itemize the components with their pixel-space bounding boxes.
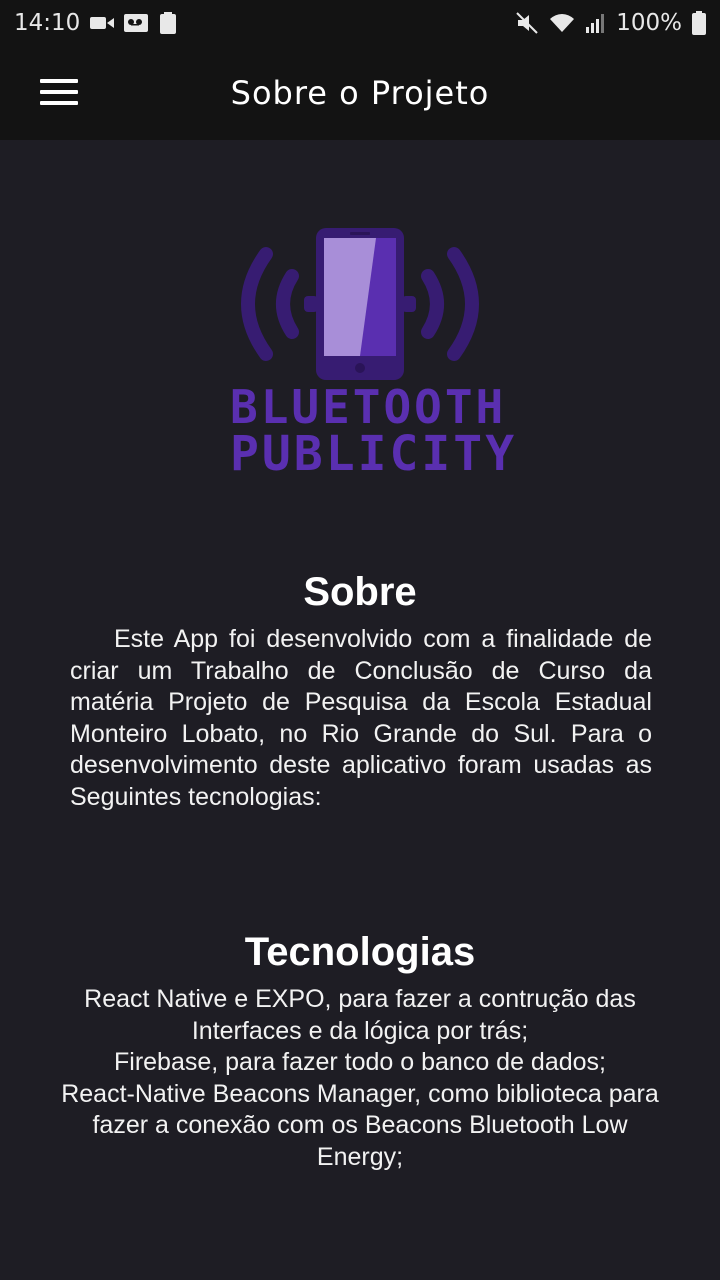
technologies-title: Tecnologias	[244, 930, 476, 974]
battery-icon	[692, 11, 706, 35]
status-bar: 14:10 100%	[0, 0, 720, 46]
wifi-icon	[548, 12, 576, 34]
hamburger-icon-line	[40, 101, 78, 105]
hamburger-icon-line	[40, 79, 78, 83]
app-bar: Sobre o Projeto	[0, 46, 720, 140]
mute-icon	[516, 12, 538, 34]
bluetooth-publicity-logo: BLUETOOTH PUBLICITY	[230, 224, 518, 482]
battery-small-icon	[160, 12, 177, 34]
about-text: Este App foi desenvolvido com a finalida…	[70, 625, 652, 811]
logo-text-bluetooth: BLUETOOTH	[230, 380, 507, 434]
technology-item-react-native: React Native e EXPO, para fazer a contru…	[84, 985, 636, 1045]
status-right: 100%	[516, 10, 706, 36]
about-title: Sobre	[303, 570, 417, 614]
status-left: 14:10	[14, 10, 177, 36]
battery-percentage: 100%	[616, 10, 682, 36]
phone-broadcast-icon	[241, 228, 479, 380]
hamburger-icon-line	[40, 90, 78, 94]
page-title: Sobre o Projeto	[230, 74, 490, 112]
menu-button[interactable]	[40, 79, 78, 105]
logo-text-publicity: PUBLICITY	[230, 426, 518, 482]
technology-item-beacons-manager: React-Native Beacons Manager, como bibli…	[61, 1079, 659, 1171]
status-time: 14:10	[14, 10, 81, 36]
technologies-list: React Native e EXPO, para fazer a contru…	[60, 984, 660, 1173]
technology-item-firebase: Firebase, para fazer todo o banco de dad…	[114, 1048, 606, 1076]
signal-icon	[586, 13, 606, 33]
video-camera-icon	[90, 15, 115, 31]
voicemail-icon	[124, 13, 150, 33]
